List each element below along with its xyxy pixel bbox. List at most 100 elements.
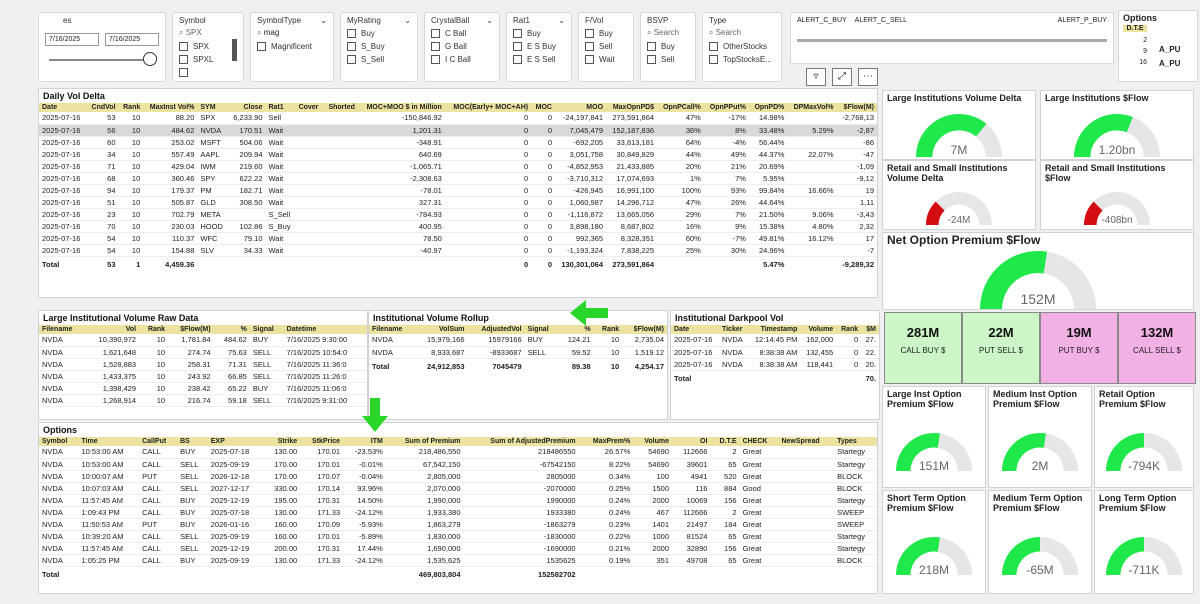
symbol-slicer[interactable]: Symbol ⌕ SPX SPX SPXL: [172, 12, 244, 82]
bsvp-search-input[interactable]: Search: [654, 28, 679, 37]
column-header[interactable]: MOC: [531, 103, 555, 112]
type-slicer[interactable]: Type ⌕ Search OtherStocks TopStocksE...: [702, 12, 782, 82]
daily-vol-delta-table[interactable]: Daily Vol Delta Date CndVol Rank MaxInst Vo…: [38, 88, 878, 298]
focus-mode-icon[interactable]: ⤢: [832, 68, 852, 86]
symboltype-option[interactable]: Magnificent: [257, 42, 327, 51]
column-header[interactable]: Signal: [524, 325, 558, 334]
column-header[interactable]: Datetime: [283, 325, 367, 334]
table-row[interactable]: NVDA 10:53:00 AM CALL BUY 2025-07-18 130.00 17…: [39, 446, 877, 459]
column-header[interactable]: CallPut: [139, 437, 178, 446]
column-header[interactable]: SYM: [197, 103, 228, 112]
column-header[interactable]: Cover: [295, 103, 324, 112]
table-row[interactable]: NVDA 1,621,648 10 274.74 75.63 SELL 7/16/2025 …: [39, 346, 367, 359]
end-date-input[interactable]: 7/16/2025: [105, 33, 159, 46]
myrating-option[interactable]: S_Buy: [347, 42, 411, 51]
table-row[interactable]: NVDA 10:53:00 AM CALL SELL 2025-09-19 170.00 1…: [39, 458, 877, 471]
crystalball-option[interactable]: G Ball: [431, 42, 493, 51]
table-row[interactable]: NVDA 1,433,375 10 243.92 66.85 SELL 7/16/2025 …: [39, 370, 367, 383]
column-header[interactable]: Filename: [39, 325, 85, 334]
table-row[interactable]: 2025-07-16 71 10 429.04 IWM 219.60 Wait -1,065.…: [39, 160, 877, 173]
column-header[interactable]: CHECK: [739, 437, 779, 446]
column-header[interactable]: $M: [861, 325, 879, 334]
myrating-option[interactable]: Buy: [347, 29, 411, 38]
table-row[interactable]: 2025-07-16 70 10 230.03 HOOD 102.86 S_Buy 400.9…: [39, 220, 877, 233]
table-row[interactable]: 2025-07-16 54 10 154.88 SLV 34.33 Wait -40.97 0 0…: [39, 244, 877, 257]
table-row[interactable]: 2025-07-16 51 10 505.87 GLD 308.50 Wait 327.31 0…: [39, 196, 877, 209]
column-header[interactable]: Symbol: [39, 437, 79, 446]
column-header[interactable]: MaxInst Vol%: [143, 103, 198, 112]
column-header[interactable]: Rank: [139, 325, 169, 334]
column-header[interactable]: Ticker: [718, 325, 748, 334]
column-header[interactable]: Date: [39, 103, 87, 112]
rat1-option[interactable]: E S Sell: [513, 55, 565, 64]
options-table[interactable]: Options Symbol Time CallPut BS EXP Strike StkP…: [38, 422, 878, 594]
table-row[interactable]: 2025-07-16 23 10 702.79 META S_Sell -784.93 0 0-…: [39, 208, 877, 221]
inst-rollup-table[interactable]: Institutional Volume Rollup Filename VolS…: [368, 310, 668, 420]
table-row[interactable]: NVDA 11:57:45 AM CALL SELL 2025-12-19 200.00 1…: [39, 542, 877, 555]
table-row[interactable]: 2025-07-16 NVDA 8:38:38 AM 132,455 0 22.: [671, 346, 879, 359]
table-row[interactable]: 2025-07-16 NVDA 8:38:38 AM 118,441 0 20.: [671, 358, 879, 371]
column-header[interactable]: Volume: [800, 325, 837, 334]
symbol-option[interactable]: [179, 68, 237, 77]
table-row[interactable]: 2025-07-16 68 10 360.46 SPY 622.22 Wait -2,308.…: [39, 172, 877, 185]
type-option[interactable]: TopStocksE...: [709, 55, 775, 64]
alert-slider[interactable]: [797, 39, 1107, 42]
column-header[interactable]: MOC+MOO $ in Million: [357, 103, 445, 112]
table-row[interactable]: NVDA 1,398,429 10 238.42 65.22 BUY 7/16/2025 1…: [39, 382, 367, 395]
column-header[interactable]: AdjustedVol: [467, 325, 525, 334]
dte-option[interactable]: 2: [1123, 37, 1147, 44]
column-header[interactable]: D.T.E: [710, 437, 740, 446]
crystalball-option[interactable]: C Ball: [431, 29, 493, 38]
table-row[interactable]: NVDA 11:57:45 AM CALL BUY 2025-12-19 195.00 17…: [39, 494, 877, 507]
darkpool-table[interactable]: Institutional Darkpool Vol Date Ticker Tim…: [670, 310, 880, 420]
column-header[interactable]: MOC(Early+ MOC+AH): [444, 103, 532, 112]
fvol-slicer[interactable]: F/Vol Buy Sell Wait: [578, 12, 634, 82]
column-header[interactable]: $Flow(M): [836, 103, 877, 112]
column-header[interactable]: Rank: [836, 325, 862, 334]
symboltype-slicer[interactable]: SymbolType ⌄ ⌕ mag Magnificent: [250, 12, 334, 82]
chevron-down-icon[interactable]: ⌄: [558, 16, 565, 25]
column-header[interactable]: Sum of AdjustedPremium: [463, 437, 579, 446]
table-row[interactable]: 2025-07-16 60 10 253.02 MSFT 504.06 Wait -348.9…: [39, 136, 877, 149]
table-row[interactable]: 2025-07-16 NVDA 12:14:45 PM 162,000 0 27.: [671, 334, 879, 347]
symbol-option[interactable]: SPX: [179, 42, 237, 51]
column-header[interactable]: Signal: [249, 325, 284, 334]
table-row[interactable]: 2025-07-16 94 10 179.37 PM 182.71 Wait -78.01 0 0…: [39, 184, 877, 197]
column-header[interactable]: OpnPD%: [748, 103, 788, 112]
column-header[interactable]: $Flow(M): [168, 325, 214, 334]
column-header[interactable]: Timestamp: [747, 325, 801, 334]
column-header[interactable]: Rank: [118, 103, 144, 112]
rat1-option[interactable]: Buy: [513, 29, 565, 38]
bsvp-option[interactable]: Sell: [647, 55, 689, 64]
column-header[interactable]: StkPrice: [300, 437, 344, 446]
column-header[interactable]: %: [213, 325, 250, 334]
dte-option[interactable]: 16: [1123, 59, 1147, 66]
type-option[interactable]: OtherStocks: [709, 42, 775, 51]
table-row[interactable]: NVDA 15,979,166 15979166 BUY 124.21 10 2,735.0…: [369, 334, 667, 347]
filter-icon[interactable]: ▿: [806, 68, 826, 86]
table-row[interactable]: 2025-07-16 54 10 110.37 WFC 79.10 Wait 78.50 0 0 9…: [39, 232, 877, 245]
symbol-option[interactable]: SPXL: [179, 55, 237, 64]
column-header[interactable]: OpnPCall%: [657, 103, 704, 112]
column-header[interactable]: OI: [672, 437, 711, 446]
alerts-slicer[interactable]: ALERT_C_BUY ALERT_C_SELL ALERT_P_BUY: [790, 12, 1114, 64]
date-slider-handle[interactable]: [143, 52, 157, 66]
fvol-option[interactable]: Wait: [585, 55, 627, 64]
column-header[interactable]: Rat1: [265, 103, 296, 112]
table-row[interactable]: NVDA 10,390,972 10 1,781.84 484.62 BUY 7/16/20…: [39, 334, 367, 347]
column-header[interactable]: NewSpread: [778, 437, 835, 446]
column-header[interactable]: OpnPPut%: [703, 103, 749, 112]
column-header[interactable]: Time: [78, 437, 140, 446]
table-row[interactable]: NVDA 11:50:53 AM PUT BUY 2026-01-16 160.00 170…: [39, 518, 877, 531]
bsvp-option[interactable]: Buy: [647, 42, 689, 51]
table-row[interactable]: NVDA 1,528,883 10 258.31 71.31 SELL 7/16/2025 …: [39, 358, 367, 371]
bsvp-slicer[interactable]: BSVP ⌕ Search Buy Sell: [640, 12, 696, 82]
more-options-icon[interactable]: ⋯: [858, 68, 878, 86]
column-header[interactable]: VolSum: [413, 325, 468, 334]
column-header[interactable]: EXP: [207, 437, 264, 446]
column-header[interactable]: BS: [177, 437, 208, 446]
symbol-search-input[interactable]: SPX: [186, 28, 202, 37]
fvol-option[interactable]: Sell: [585, 42, 627, 51]
symboltype-search-input[interactable]: mag: [264, 28, 280, 37]
table-row[interactable]: 2025-07-16 34 10 557.49 AAPL 209.94 Wait 640.69…: [39, 148, 877, 161]
